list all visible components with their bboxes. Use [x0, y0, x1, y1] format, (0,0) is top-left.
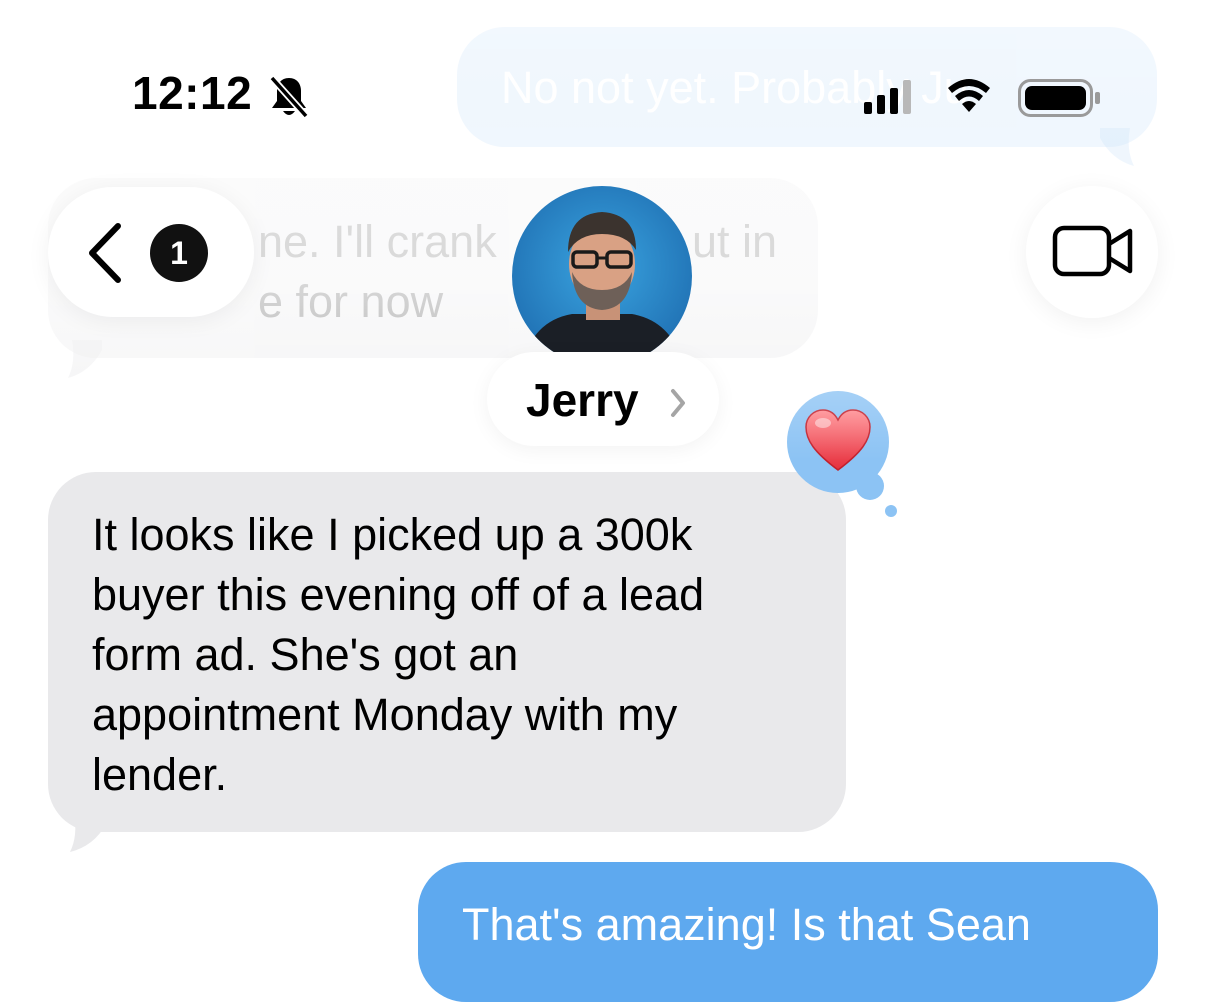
message-bubble-outgoing[interactable]: That's amazing! Is that Sean — [418, 862, 1158, 1002]
chevron-left-icon — [89, 223, 121, 283]
message-text-line: ne. I'll crank — [258, 216, 497, 267]
message-text-line: appointment Monday with my — [92, 689, 678, 740]
message-text: That's amazing! Is that Sean — [462, 899, 1031, 950]
message-text-line: e for now — [258, 276, 444, 327]
bell-slash-icon — [269, 75, 309, 119]
chevron-right-icon — [671, 389, 685, 417]
avatar-photo — [512, 186, 692, 366]
message-body: It looks like I picked up a 300k buyer t… — [92, 505, 704, 805]
bubble-tail — [1100, 128, 1134, 166]
message-bubble-incoming[interactable]: It looks like I picked up a 300k buyer t… — [48, 472, 846, 832]
heart-icon — [805, 409, 871, 471]
bubble-tail — [70, 814, 106, 852]
message-text-line: form ad. She's got an — [92, 629, 519, 680]
bubble-tail — [68, 340, 102, 378]
contact-avatar[interactable] — [512, 186, 692, 366]
battery-icon — [1018, 79, 1100, 117]
message-text-line: lender. — [92, 749, 228, 800]
unread-count-badge: 1 — [150, 224, 208, 282]
message-text-line: It looks like I picked up a 300k — [92, 509, 693, 560]
status-time: 12:12 — [132, 67, 253, 119]
contact-name: Jerry — [526, 374, 639, 426]
message-text-line: ut in — [692, 216, 778, 267]
video-camera-icon — [1052, 225, 1133, 277]
message-text-line: buyer this evening off of a lead — [92, 569, 705, 620]
cellular-signal-icon — [864, 80, 911, 114]
wifi-icon — [948, 79, 990, 112]
